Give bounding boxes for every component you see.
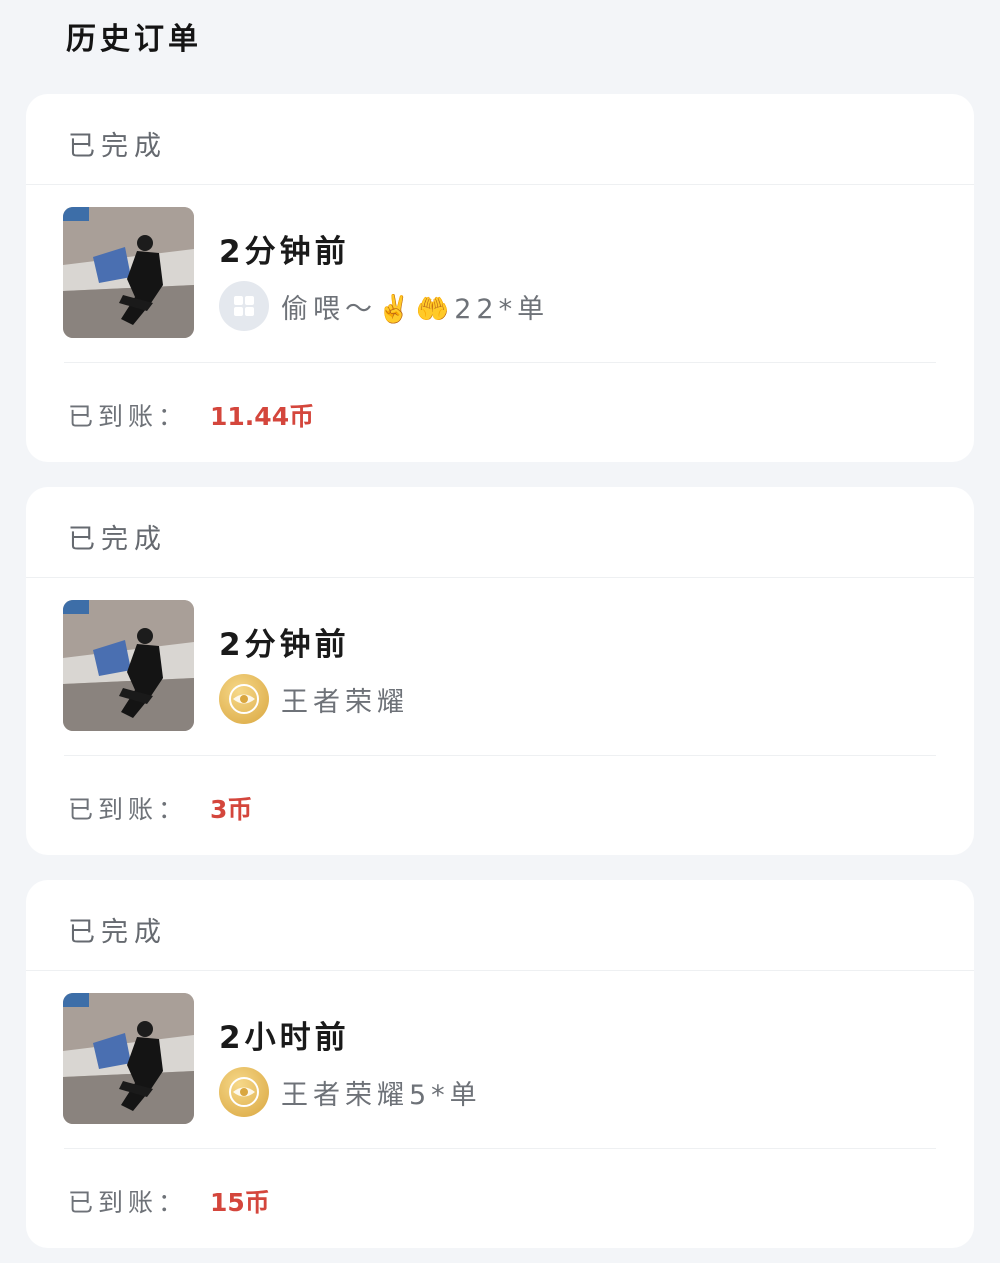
honor-of-kings-icon [219, 1067, 269, 1117]
paid-row: 已到账： 15币 [68, 1183, 270, 1219]
paid-amount: 15币 [210, 1188, 270, 1217]
divider [26, 184, 974, 185]
paid-label: 已到账： [68, 402, 189, 431]
paid-label: 已到账： [68, 1188, 189, 1217]
paid-amount: 11.44币 [210, 402, 315, 431]
order-card[interactable]: 已完成 2分钟前 王者荣耀 已到账： 3币 [26, 487, 974, 855]
game-name: 王者荣耀5*单 [281, 1079, 482, 1111]
grid-circle-icon [219, 281, 269, 331]
user-avatar-photo[interactable] [63, 207, 194, 338]
game-info: 偷喂～✌️🤲22*单 [219, 280, 549, 332]
paid-amount: 3币 [210, 795, 253, 824]
divider [26, 577, 974, 578]
game-info: 王者荣耀5*单 [219, 1066, 482, 1118]
game-name: 王者荣耀 [281, 686, 409, 718]
divider [26, 970, 974, 971]
page-title: 历史订单 [66, 22, 202, 57]
paid-row: 已到账： 3币 [68, 790, 252, 826]
user-avatar-photo[interactable] [63, 993, 194, 1124]
paid-label: 已到账： [68, 795, 189, 824]
paid-row: 已到账： 11.44币 [68, 397, 314, 433]
order-status: 已完成 [68, 524, 167, 555]
order-card[interactable]: 已完成 2分钟前 偷喂～✌️🤲22*单 已到账： 11.44币 [26, 94, 974, 462]
order-card[interactable]: 已完成 2小时前 王者荣耀5*单 已到账： 15币 [26, 880, 974, 1248]
order-time: 2分钟前 [219, 627, 350, 663]
divider [64, 1148, 936, 1149]
order-status: 已完成 [68, 917, 167, 948]
user-avatar-photo[interactable] [63, 600, 194, 731]
divider [64, 755, 936, 756]
order-time: 2分钟前 [219, 234, 350, 270]
divider [64, 362, 936, 363]
game-name: 偷喂～✌️🤲22*单 [281, 293, 550, 325]
order-status: 已完成 [68, 131, 167, 162]
order-time: 2小时前 [219, 1020, 350, 1056]
honor-of-kings-icon [219, 674, 269, 724]
game-info: 王者荣耀 [219, 673, 409, 725]
